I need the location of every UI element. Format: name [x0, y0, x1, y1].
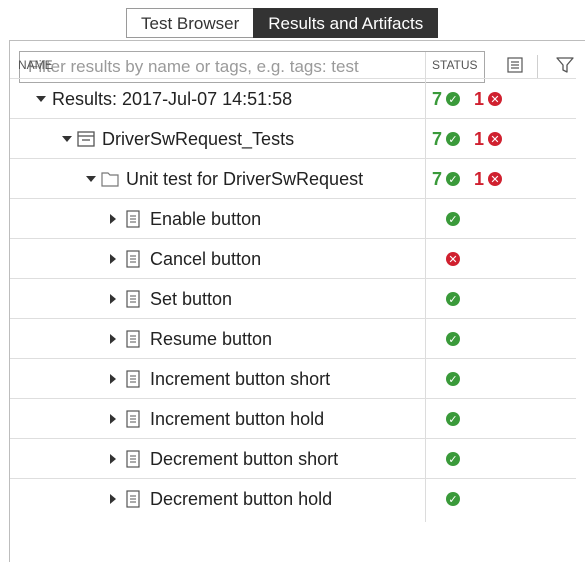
failed-x-icon: ✕ — [488, 172, 503, 186]
column-header: NAME STATUS — [10, 52, 576, 78]
tree-row[interactable]: Decrement button short ✓ — [10, 438, 576, 478]
tree-row[interactable]: DriverSwRequest_Tests 7 ✓ 1 ✕ — [10, 118, 576, 158]
tree-row-label: Decrement button hold — [150, 489, 333, 509]
tab-test-browser[interactable]: Test Browser — [126, 8, 254, 38]
column-header-status[interactable]: STATUS — [432, 58, 478, 72]
test-file-icon — [124, 249, 142, 274]
test-suite-icon — [76, 129, 96, 154]
test-file-icon — [124, 489, 142, 514]
collapse-chevron-right-icon[interactable] — [110, 414, 116, 424]
tree-row[interactable]: Increment button hold ✓ — [10, 398, 576, 438]
tree-row-label: DriverSwRequest_Tests — [102, 129, 295, 149]
collapse-chevron-right-icon[interactable] — [110, 214, 116, 224]
passed-check-icon: ✓ — [446, 172, 461, 186]
tree-row-label: Increment button hold — [150, 409, 325, 429]
failed-count: 1 — [474, 88, 485, 109]
tree-row[interactable]: Results: 2017-Jul-07 14:51:58 7 ✓ 1 ✕ — [10, 78, 576, 118]
collapse-chevron-right-icon[interactable] — [110, 494, 116, 504]
tree-row[interactable]: Resume button ✓ — [10, 318, 576, 358]
status-cell: ✓ — [432, 489, 460, 509]
status-cell: ✕ — [432, 249, 460, 269]
tree-row-label: Unit test for DriverSwRequest — [126, 169, 364, 189]
test-file-icon — [124, 329, 142, 354]
collapse-chevron-right-icon[interactable] — [110, 254, 116, 264]
tree-row-label: Decrement button short — [150, 449, 339, 469]
collapse-chevron-right-icon[interactable] — [110, 454, 116, 464]
tab-bar: Test Browser Results and Artifacts — [126, 8, 439, 38]
tree-row[interactable]: Decrement button hold ✓ — [10, 478, 576, 518]
status-cell: ✓ — [432, 209, 460, 229]
tree-row-label: Resume button — [150, 329, 273, 349]
status-cell: 7 ✓ 1 ✕ — [432, 168, 503, 189]
tree-row[interactable]: Cancel button ✕ — [10, 238, 576, 278]
test-file-icon — [124, 409, 142, 434]
expand-chevron-down-icon[interactable] — [36, 96, 46, 102]
passed-check-icon: ✓ — [446, 492, 460, 506]
passed-count: 7 — [432, 88, 443, 109]
passed-check-icon: ✓ — [446, 132, 461, 146]
test-file-icon — [124, 209, 142, 234]
expand-chevron-down-icon[interactable] — [62, 136, 72, 142]
test-file-icon — [124, 289, 142, 314]
folder-icon — [100, 169, 120, 194]
tree-row[interactable]: Set button ✓ — [10, 278, 576, 318]
failed-x-icon: ✕ — [488, 132, 503, 146]
passed-check-icon: ✓ — [446, 332, 460, 346]
collapse-chevron-right-icon[interactable] — [110, 334, 116, 344]
failed-x-icon: ✕ — [488, 92, 503, 106]
passed-check-icon: ✓ — [446, 452, 460, 466]
passed-check-icon: ✓ — [446, 292, 460, 306]
status-cell: ✓ — [432, 329, 460, 349]
tree-row[interactable]: Enable button ✓ — [10, 198, 576, 238]
test-file-icon — [124, 369, 142, 394]
tree-row-label: Set button — [150, 289, 233, 309]
column-header-name[interactable]: NAME — [18, 58, 53, 72]
expand-chevron-down-icon[interactable] — [86, 176, 96, 182]
tree-row[interactable]: Unit test for DriverSwRequest 7 ✓ 1 ✕ — [10, 158, 576, 198]
results-tree: Results: 2017-Jul-07 14:51:58 7 ✓ 1 ✕ DriverS… — [10, 78, 576, 518]
test-file-icon — [124, 449, 142, 474]
status-cell: 7 ✓ 1 ✕ — [432, 128, 503, 149]
tree-row-label: Increment button short — [150, 369, 331, 389]
failed-x-icon: ✕ — [446, 252, 460, 266]
collapse-chevron-right-icon[interactable] — [110, 294, 116, 304]
tree-row[interactable]: Increment button short ✓ — [10, 358, 576, 398]
passed-check-icon: ✓ — [446, 412, 460, 426]
tab-results-and-artifacts[interactable]: Results and Artifacts — [253, 8, 439, 38]
passed-check-icon: ✓ — [446, 212, 460, 226]
tree-row-label: Cancel button — [150, 249, 262, 269]
passed-check-icon: ✓ — [446, 92, 461, 106]
failed-count: 1 — [474, 168, 485, 189]
status-cell: ✓ — [432, 289, 460, 309]
passed-count: 7 — [432, 128, 443, 149]
status-cell: ✓ — [432, 369, 460, 389]
failed-count: 1 — [474, 128, 485, 149]
passed-check-icon: ✓ — [446, 372, 460, 386]
collapse-chevron-right-icon[interactable] — [110, 374, 116, 384]
passed-count: 7 — [432, 168, 443, 189]
status-cell: ✓ — [432, 409, 460, 429]
status-cell: ✓ — [432, 449, 460, 469]
tree-row-label: Results: 2017-Jul-07 14:51:58 — [52, 89, 293, 109]
status-cell: 7 ✓ 1 ✕ — [432, 88, 503, 109]
tree-row-label: Enable button — [150, 209, 262, 229]
